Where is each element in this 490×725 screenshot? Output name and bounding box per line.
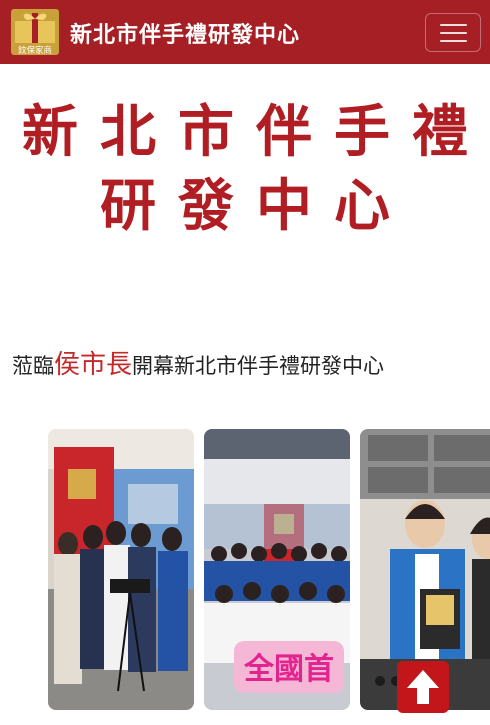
gallery-photo-2[interactable]: 全國首 bbox=[204, 429, 350, 710]
subtitle-suffix: 開幕新北市伴手禮研發中心 bbox=[132, 354, 385, 378]
photo-mayor-visit bbox=[48, 429, 194, 710]
subtitle-prefix: 蒞臨 bbox=[12, 354, 54, 378]
navbar: 鈫保家商 新北市伴手禮研發中心 bbox=[0, 0, 490, 64]
brand-title[interactable]: 新北市伴手禮研發中心 bbox=[70, 17, 300, 49]
photo-banner-text: 全國首 bbox=[243, 652, 334, 687]
title-line-1: 新北市伴手禮 bbox=[22, 99, 490, 165]
gallery-photo-1[interactable] bbox=[48, 429, 194, 710]
title-line-2: 研發中心 bbox=[100, 173, 412, 239]
gift-logo-icon: 鈫保家商 bbox=[11, 9, 59, 56]
logo-caption: 鈫保家商 bbox=[18, 45, 52, 56]
page-title: 新北市伴手禮 研發中心 bbox=[0, 95, 490, 243]
subtitle-highlight: 侯市長 bbox=[54, 350, 133, 380]
hamburger-icon bbox=[439, 23, 467, 26]
brand-logo[interactable]: 鈫保家商 bbox=[9, 7, 61, 57]
photo-group-students: 全國首 bbox=[204, 429, 350, 710]
back-to-top-button[interactable] bbox=[397, 661, 449, 713]
event-subtitle: 蒞臨侯市長開幕新北市伴手禮研發中心 bbox=[12, 344, 482, 381]
menu-toggle-button[interactable] bbox=[425, 13, 481, 52]
arrow-up-icon bbox=[407, 670, 439, 704]
